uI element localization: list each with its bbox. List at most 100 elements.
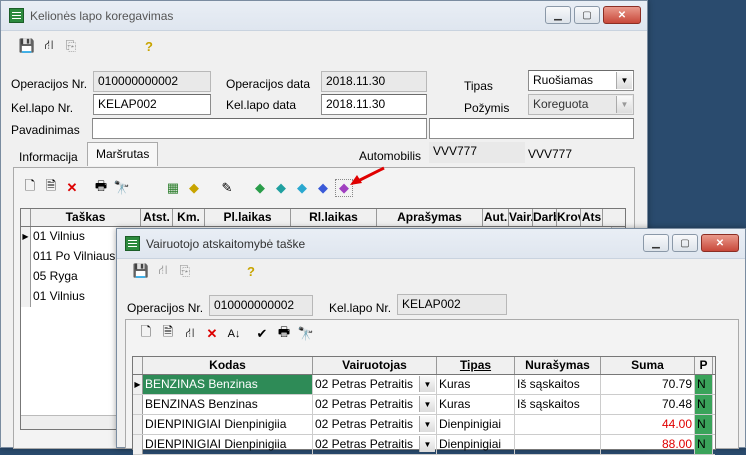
- add-point-icon[interactable]: ▦: [165, 180, 181, 196]
- kodas-cell[interactable]: BENZINAS Benzinas: [143, 395, 313, 414]
- driver-cell[interactable]: 02 Petras Petraitis ▼: [313, 435, 437, 454]
- p-cell[interactable]: N: [695, 415, 713, 434]
- tool-green-icon[interactable]: ◆: [252, 180, 268, 196]
- kodas-cell[interactable]: BENZINAS Benzinas: [143, 375, 313, 394]
- tree-icon[interactable]: ⛙: [182, 325, 198, 342]
- copy-icon[interactable]: ⎘: [177, 263, 193, 279]
- help-icon[interactable]: ?: [141, 38, 157, 54]
- kodas-cell[interactable]: DIENPINIGIAI Dienpinigiia: [143, 415, 313, 434]
- table-row[interactable]: ▶ BENZINAS Benzinas 02 Petras Petraitis ▼…: [133, 375, 715, 395]
- col-vairuotojas[interactable]: Vairuotojas: [313, 357, 437, 374]
- tree-icon[interactable]: ⛙: [155, 262, 171, 279]
- p-cell[interactable]: N: [695, 375, 713, 394]
- tool-teal-icon[interactable]: ◆: [273, 180, 289, 196]
- tipas-cell[interactable]: Kuras: [437, 375, 515, 394]
- col-nurasymas[interactable]: Nurašymas: [515, 357, 601, 374]
- driver-value: 02 Petras Petraitis: [315, 437, 414, 451]
- chevron-down-icon[interactable]: ▼: [616, 72, 632, 89]
- kel-nr-field[interactable]: KELAP002: [93, 94, 211, 115]
- save-icon[interactable]: 💾: [19, 38, 35, 54]
- delete-icon[interactable]: ✕: [64, 180, 80, 196]
- name-field-extra[interactable]: [429, 118, 634, 139]
- tab-informacija[interactable]: Informacija: [13, 146, 84, 168]
- title-bar: Kelionės lapo koregavimas ▁ ▢ ✕: [1, 1, 647, 31]
- chevron-down-icon[interactable]: ▼: [419, 436, 435, 452]
- driver-value: 02 Petras Petraitis: [315, 397, 414, 411]
- col-aut[interactable]: Aut.: [483, 209, 509, 226]
- print-icon[interactable]: 🖶: [276, 324, 292, 342]
- check-icon[interactable]: ✔: [254, 326, 270, 342]
- suma-cell[interactable]: 70.48: [601, 395, 695, 414]
- driver-cell[interactable]: 02 Petras Petraitis ▼: [313, 415, 437, 434]
- kel-nr-label: Kel.lapo Nr.: [11, 101, 74, 115]
- col-darb[interactable]: Darb: [533, 209, 557, 226]
- tipas-cell[interactable]: Kuras: [437, 395, 515, 414]
- tool-blue-icon[interactable]: ◆: [315, 180, 331, 196]
- edit-icon[interactable]: 🗎: [43, 178, 59, 196]
- nurasymas-cell[interactable]: Iš sąskaitos: [515, 395, 601, 414]
- tipas-cell[interactable]: Dienpinigiai: [437, 435, 515, 454]
- minimize-button[interactable]: ▁: [545, 6, 571, 24]
- chevron-down-icon[interactable]: ▼: [419, 376, 435, 392]
- new-icon[interactable]: 🗋: [22, 178, 38, 196]
- type-select[interactable]: Ruošiamas ▼: [528, 70, 634, 91]
- maximize-button[interactable]: ▢: [574, 6, 600, 24]
- pencil-icon[interactable]: ✎: [219, 180, 235, 196]
- col-atst[interactable]: Atst.: [141, 209, 173, 226]
- col-km[interactable]: Km.: [173, 209, 205, 226]
- driver-cell[interactable]: 02 Petras Petraitis ▼: [313, 395, 437, 414]
- app-icon: [125, 236, 140, 251]
- col-kodas[interactable]: Kodas: [143, 357, 313, 374]
- tab-marsrutas[interactable]: Maršrutas: [87, 142, 159, 166]
- col-pl-laikas[interactable]: Pl.laikas: [205, 209, 291, 226]
- tipas-cell[interactable]: Dienpinigiai: [437, 415, 515, 434]
- eraser-icon[interactable]: ◆: [186, 180, 202, 196]
- minimize-button[interactable]: ▁: [643, 234, 669, 252]
- copy-icon[interactable]: ⎘: [63, 38, 79, 54]
- table-row[interactable]: BENZINAS Benzinas 02 Petras Petraitis ▼ K…: [133, 395, 715, 415]
- help-icon[interactable]: ?: [243, 263, 259, 279]
- table-row[interactable]: DIENPINIGIAI Dienpinigiia 02 Petras Petr…: [133, 415, 715, 435]
- kel-date-field[interactable]: 2018.11.30: [321, 94, 427, 115]
- indicator-header: [21, 209, 31, 226]
- tree-icon[interactable]: ⛙: [41, 37, 57, 54]
- save-icon[interactable]: 💾: [133, 263, 149, 279]
- suma-cell[interactable]: 44.00: [601, 415, 695, 434]
- nurasymas-cell[interactable]: Iš sąskaitos: [515, 375, 601, 394]
- accountability-panel: 🗋 🗎 ⛙ ✕ A↓ ✔ 🖶 🔭 Kodas Vairuotojas Tipas…: [125, 319, 739, 455]
- col-tipas[interactable]: Tipas: [437, 357, 515, 374]
- p-cell[interactable]: N: [695, 395, 713, 414]
- col-ats[interactable]: Ats: [581, 209, 603, 226]
- nurasymas-cell[interactable]: [515, 415, 601, 434]
- suma-cell[interactable]: 70.79: [601, 375, 695, 394]
- print-icon[interactable]: 🖶: [93, 178, 109, 196]
- edit-icon[interactable]: 🗎: [160, 324, 176, 342]
- tool-cyan-icon[interactable]: ◆: [294, 180, 310, 196]
- col-suma[interactable]: Suma: [601, 357, 695, 374]
- chevron-down-icon[interactable]: ▼: [419, 416, 435, 432]
- col-rl-laikas[interactable]: Rl.laikas: [291, 209, 377, 226]
- maximize-button[interactable]: ▢: [672, 234, 698, 252]
- table-row[interactable]: DIENPINIGIAI Dienpinigiia 02 Petras Petr…: [133, 435, 715, 455]
- col-krov[interactable]: Krov: [557, 209, 581, 226]
- p-cell[interactable]: N: [695, 435, 713, 454]
- col-aprasymas[interactable]: Aprašymas: [377, 209, 483, 226]
- col-taskas[interactable]: Taškas: [31, 209, 141, 226]
- chevron-down-icon[interactable]: ▼: [419, 396, 435, 412]
- route-grid-header: Taškas Atst. Km. Pl.laikas Rl.laikas Apr…: [21, 209, 625, 227]
- indicator-header: [133, 357, 143, 374]
- new-icon[interactable]: 🗋: [138, 324, 154, 342]
- driver-cell[interactable]: 02 Petras Petraitis ▼: [313, 375, 437, 394]
- name-field[interactable]: [92, 118, 427, 139]
- suma-cell[interactable]: 88.00: [601, 435, 695, 454]
- delete-icon[interactable]: ✕: [204, 326, 220, 342]
- nurasymas-cell[interactable]: [515, 435, 601, 454]
- find-icon[interactable]: 🔭: [114, 180, 130, 196]
- close-button[interactable]: ✕: [603, 6, 641, 24]
- col-p[interactable]: P: [695, 357, 713, 374]
- close-button[interactable]: ✕: [701, 234, 739, 252]
- kodas-cell[interactable]: DIENPINIGIAI Dienpinigiia: [143, 435, 313, 454]
- sort-icon[interactable]: A↓: [226, 326, 242, 342]
- col-vair[interactable]: Vair.: [509, 209, 533, 226]
- find-icon[interactable]: 🔭: [298, 326, 314, 342]
